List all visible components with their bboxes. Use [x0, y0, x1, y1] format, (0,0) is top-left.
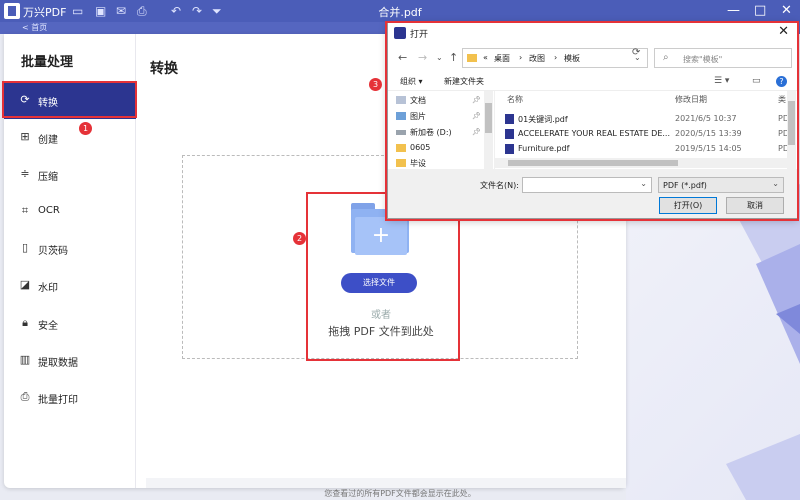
highlight-box-1	[2, 81, 137, 118]
footer-hint: 您查看过的所有PDF文件都会显示在此处。	[324, 489, 476, 498]
sidebar-item-compress[interactable]: ≑ 压缩	[4, 156, 136, 193]
window-title: 合并.pdf	[378, 6, 422, 19]
close-icon[interactable]: ✕	[781, 2, 792, 20]
sidebar-item-label: 创建	[38, 135, 58, 146]
sidebar-item-label: 批量打印	[38, 395, 78, 406]
sidebar-item-label: OCR	[38, 205, 60, 216]
home-tab[interactable]: < 首页	[22, 22, 47, 34]
sidebar-item-bates[interactable]: ▯ 贝茨码	[4, 230, 136, 267]
highlight-box-3	[385, 21, 799, 221]
sidebar-item-batch-print[interactable]: ⎙ 批量打印	[4, 379, 136, 416]
add-file-icon: ⊞	[20, 130, 30, 143]
sidebar-item-watermark[interactable]: ◪ 水印	[4, 267, 136, 304]
print-icon: ⎙	[20, 390, 30, 403]
annotation-badge-1: 1	[79, 122, 92, 135]
sidebar-title: 批量处理	[21, 55, 74, 70]
sidebar-item-label: 安全	[38, 321, 58, 332]
sidebar-item-extract-data[interactable]: ▥ 提取数据	[4, 342, 136, 379]
sidebar-item-create[interactable]: ⊞ 创建	[4, 119, 136, 156]
maximize-icon[interactable]: □	[754, 2, 766, 20]
sidebar-item-label: 压缩	[38, 172, 58, 183]
page-title: 转换	[150, 61, 178, 77]
annotation-badge-2: 2	[293, 232, 306, 245]
sidebar-item-label: 水印	[38, 283, 58, 294]
ocr-scan-icon: ⌗	[21, 204, 29, 217]
watermark-icon: ◪	[19, 278, 31, 291]
annotation-badge-3: 3	[369, 78, 382, 91]
compress-icon: ≑	[20, 167, 30, 180]
minimize-icon[interactable]: —	[727, 2, 740, 20]
bar-chart-icon: ▥	[19, 353, 31, 366]
sidebar-item-ocr[interactable]: ⌗ OCR	[4, 193, 136, 230]
sidebar-item-label: 贝茨码	[38, 246, 68, 257]
app-titlebar: 万兴PDF ▭ ▣ ✉ ⎙ ↶ ↷ ⏷ 合并.pdf — □ ✕	[0, 0, 800, 22]
sidebar-item-security[interactable]: 🔒︎ 安全	[4, 305, 136, 342]
bates-icon: ▯	[21, 241, 29, 254]
sidebar-item-label: 提取数据	[38, 358, 78, 369]
lock-icon: 🔒︎	[22, 316, 28, 329]
